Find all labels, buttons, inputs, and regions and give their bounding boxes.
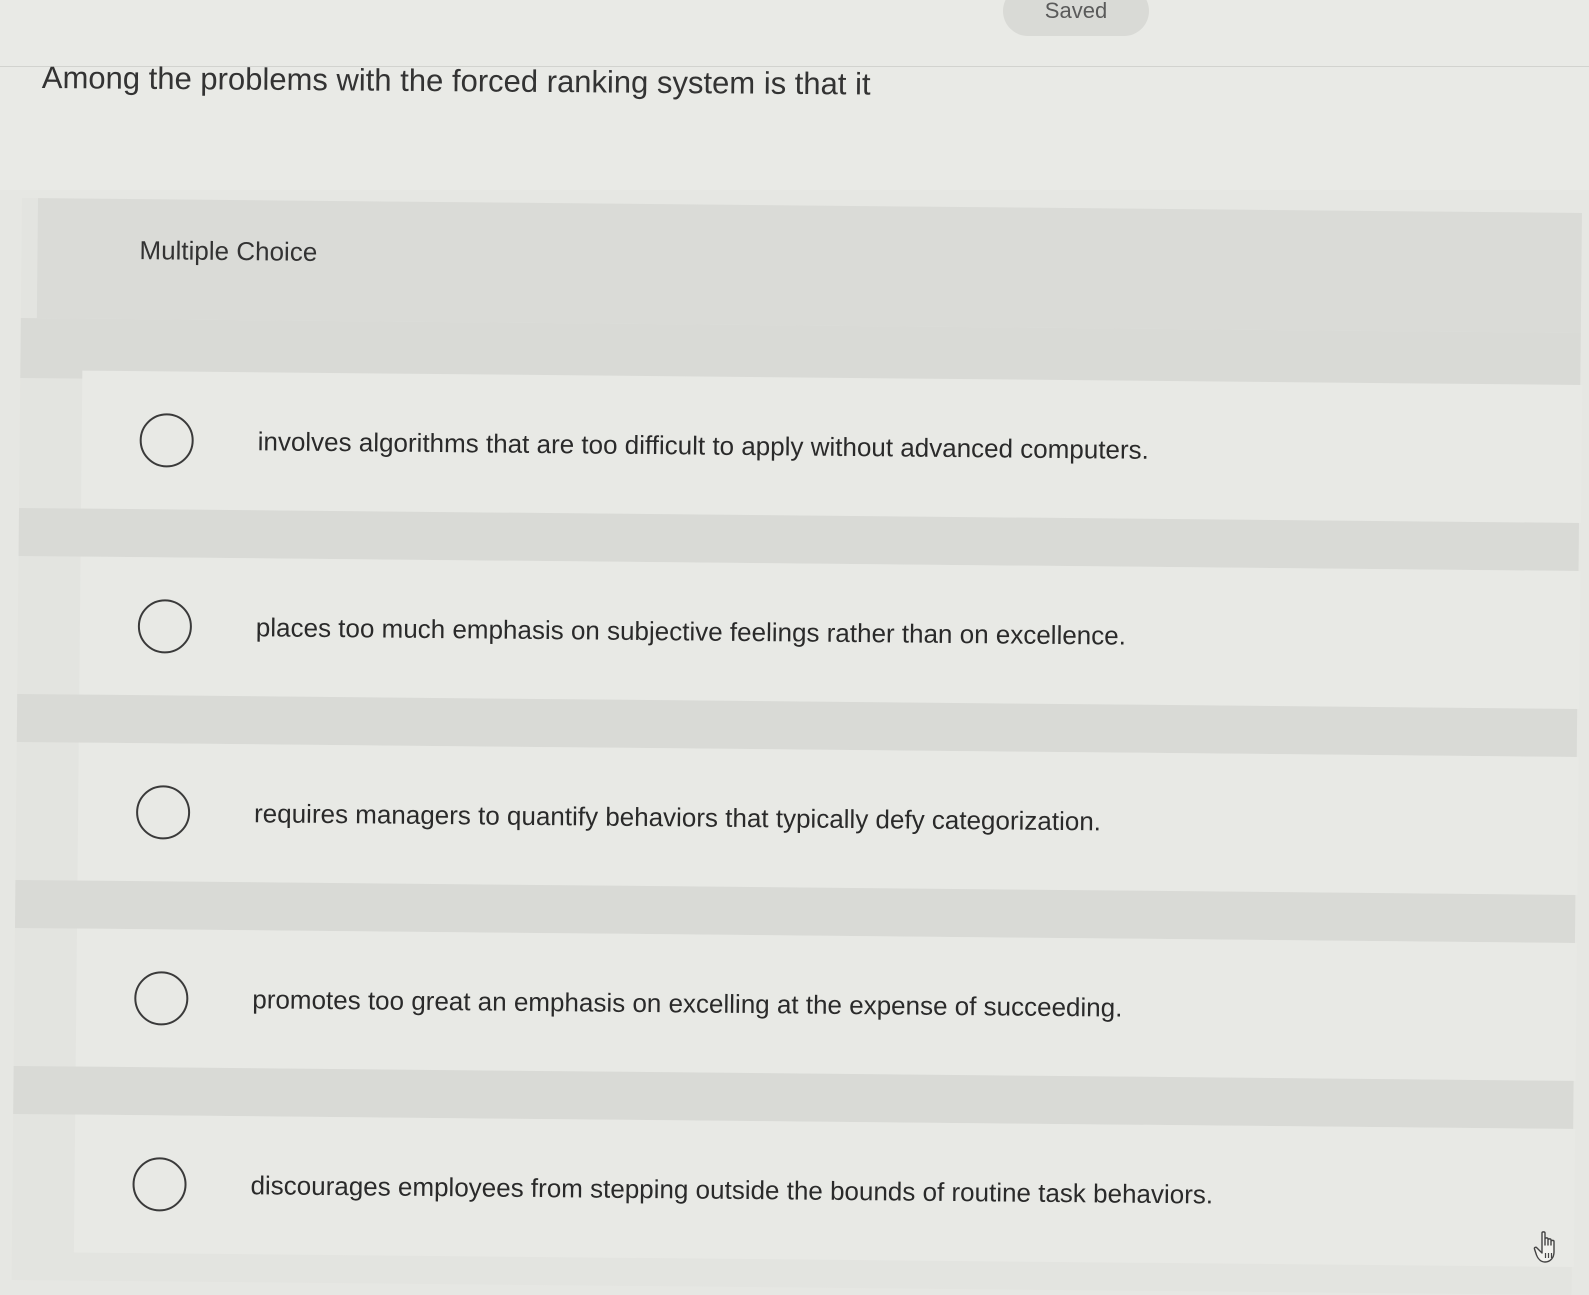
radio-button-e[interactable] (132, 1157, 187, 1212)
answer-option-label: promotes too great an emphasis on excell… (252, 983, 1123, 1023)
answer-option-label: involves algorithms that are too difficu… (257, 425, 1150, 465)
answer-option-d[interactable]: promotes too great an emphasis on excell… (75, 928, 1577, 1081)
radio-button-a[interactable] (139, 413, 194, 468)
hand-pointer-icon (1533, 1230, 1563, 1266)
radio-button-d[interactable] (134, 971, 189, 1026)
answer-option-c[interactable]: requires managers to quantify behaviors … (77, 742, 1579, 895)
question-card: Multiple Choice involves algorithms that… (11, 198, 1583, 1295)
radio-button-c[interactable] (135, 785, 191, 840)
radio-button-b[interactable] (137, 599, 193, 654)
question-type-label: Multiple Choice (139, 235, 318, 267)
answer-option-a[interactable]: involves algorithms that are too difficu… (81, 370, 1583, 523)
card-header: Multiple Choice (36, 198, 1582, 333)
answer-option-e[interactable]: discourages employees from stepping outs… (73, 1114, 1576, 1267)
answer-option-label: discourages employees from stepping outs… (250, 1169, 1214, 1209)
answer-option-label: requires managers to quantify behaviors … (253, 797, 1102, 836)
answer-option-b[interactable]: places too much emphasis on subjective f… (79, 556, 1581, 709)
answer-option-label: places too much emphasis on subjective f… (255, 611, 1127, 651)
saved-status-badge: Saved (1003, 0, 1149, 36)
saved-status-label: Saved (1044, 0, 1108, 23)
